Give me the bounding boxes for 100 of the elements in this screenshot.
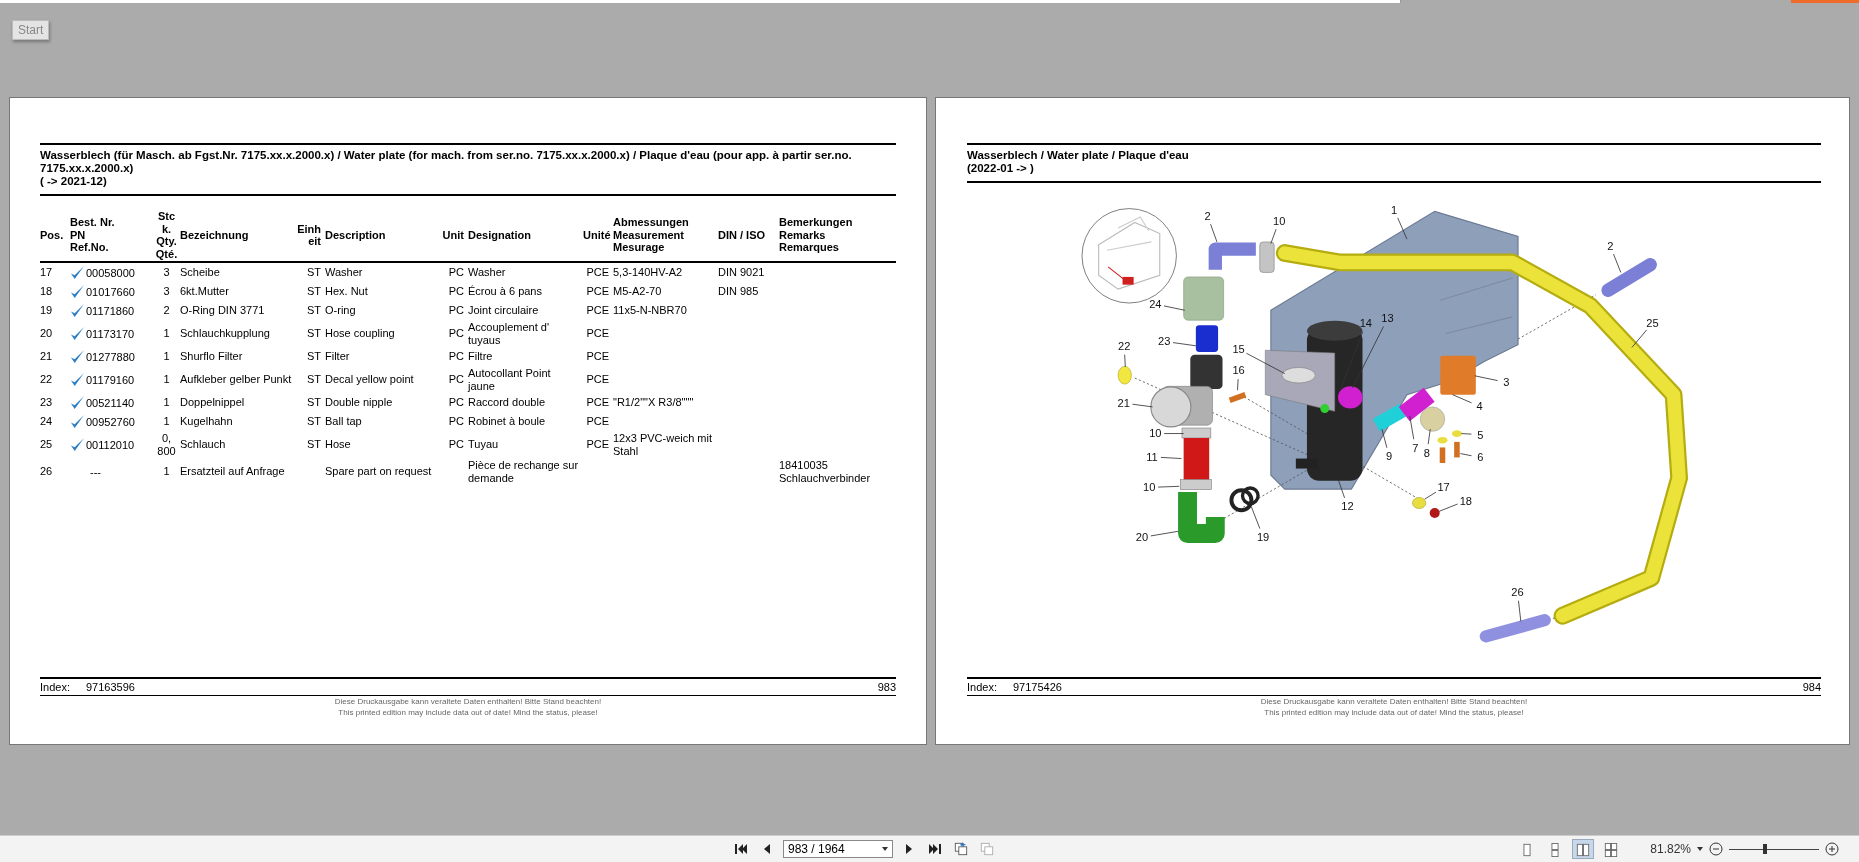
column-header: Designation [468, 228, 532, 242]
leader-line [1381, 428, 1388, 449]
view-mode-button[interactable] [1572, 839, 1595, 859]
index-number: 97175426 [1012, 681, 1062, 693]
unit-cell: PCE [586, 373, 609, 386]
leader-line [1246, 352, 1286, 374]
status-notice: Diese Druckausgabe kann veraltete Daten enthalten! Bitte Stand beachten! [1259, 696, 1529, 707]
description-cell: Double nipple [325, 396, 393, 409]
callout-number: 17 [1437, 481, 1450, 494]
description-cell: O-ring [325, 304, 356, 317]
designation-cell: Robinet à boule [468, 415, 546, 428]
german-name-cell: Ersatzteil auf Anfrage [180, 465, 285, 478]
callout-number: 13 [1381, 312, 1394, 325]
callout-number: 21 [1117, 396, 1130, 409]
column-header: Unité [583, 228, 612, 242]
column-header: Bezeichnung [180, 228, 250, 242]
unit-cell: PCE [586, 327, 609, 340]
page-title: Wasserblech / Water plate / Plaque d'eau [967, 149, 1190, 162]
description-cell: Hex. Nut [325, 285, 368, 298]
designation-cell: Écrou à 6 pans [468, 285, 542, 298]
position-cell: 25 [40, 438, 53, 451]
unit-cell: PCE [586, 396, 609, 409]
callout-number: 26 [1511, 585, 1524, 598]
leader-line [1631, 329, 1648, 348]
position-cell: 23 [40, 396, 53, 409]
callout-number: 3 [1503, 376, 1510, 389]
zoom-in-icon[interactable] [1825, 842, 1839, 856]
page-title: Wasserblech (für Masch. ab Fgst.Nr. 7175.xx.x.2000.x) / Water plate (for mach. from ser.no. 7175.xx.x.2000.x) / Plaque d'eau (pour app. à partir ser.no. 7175.xx.x.2000.x) [40, 149, 853, 175]
part-number-cell: 00521140 [86, 396, 135, 409]
quantity-cell: 3 [163, 285, 170, 298]
page-number: 984 [1802, 681, 1821, 693]
leader-line [1352, 326, 1384, 389]
page-number-field[interactable]: 983 / 1964 [783, 840, 893, 858]
status-notice: This printed edition may include data out of date! Mind the status, please! [337, 707, 599, 718]
description-cell: Ball tap [325, 415, 362, 428]
designation-cell: Washer [468, 266, 506, 279]
callout-number: 4 [1476, 400, 1483, 413]
zoom-out-icon[interactable] [1709, 842, 1723, 856]
status-notice: Diese Druckausgabe kann veraltete Daten enthalten! Bitte Stand beachten! [333, 696, 603, 707]
callout-number: 14 [1359, 317, 1372, 330]
unit-cell: PC [448, 396, 464, 409]
callout-number: 18 [1459, 494, 1472, 507]
leader-line [1150, 530, 1179, 537]
callout-number: 16 [1232, 364, 1245, 377]
description-cell: Filter [325, 350, 350, 363]
unit-cell: ST [306, 373, 321, 386]
unit-cell: PCE [586, 304, 609, 317]
unit-cell: PC [448, 285, 464, 298]
unit-cell: PC [448, 438, 464, 451]
leader-line [1424, 491, 1437, 500]
callout-number: 23 [1158, 335, 1171, 348]
index-label: Index: [40, 681, 70, 693]
description-cell: Washer [325, 266, 363, 279]
position-cell: 24 [40, 415, 53, 428]
unit-cell: ST [306, 285, 321, 298]
part-number-cell: 00952760 [86, 415, 135, 428]
measurement-cell: 11x5-N-NBR70 [613, 304, 687, 317]
page-layout-icon [1576, 842, 1591, 858]
leader-line [1459, 453, 1472, 457]
unit-cell: ST [306, 266, 321, 279]
callout-number: 2 [1607, 239, 1614, 252]
unit-cell: PCE [586, 350, 609, 363]
callout-number: 10 [1143, 481, 1156, 494]
column-header: Bemerkungen Remarks Remarques [779, 216, 854, 254]
description-cell: Hose coupling [325, 327, 395, 340]
unit-cell: PCE [586, 415, 609, 428]
callout-number: 7 [1412, 441, 1419, 454]
page-forward-icon [980, 842, 994, 856]
callout-number: 2 [1204, 209, 1211, 222]
unit-cell: ST [306, 350, 321, 363]
german-name-cell: Schlauchkupplung [180, 327, 270, 340]
designation-cell: Filtre [468, 350, 493, 363]
leader-line [1409, 415, 1415, 440]
page-number: 983 [877, 681, 896, 693]
unit-cell: ST [306, 304, 321, 317]
leader-line [1251, 506, 1261, 529]
leader-line [1339, 331, 1364, 391]
index-label: Index: [967, 681, 997, 693]
status-notice: This printed edition may include data out of date! Mind the status, please! [1263, 707, 1525, 718]
leader-line [1124, 354, 1126, 368]
part-number-cell: 01017660 [86, 285, 135, 298]
slider-thumb[interactable] [1763, 843, 1767, 854]
german-name-cell: Schlauch [180, 438, 226, 451]
callout-number: 12 [1341, 500, 1354, 513]
quantity-cell: 1 [163, 350, 170, 363]
zoom-percentage[interactable]: 81.82% [1650, 842, 1691, 856]
quantity-cell: 1 [163, 373, 170, 386]
leader-line [1210, 223, 1218, 243]
leader-line [1270, 228, 1277, 244]
callout-number: 9 [1386, 450, 1393, 463]
designation-cell: Autocollant Point jaune [468, 367, 551, 392]
description-cell: Spare part on request [325, 465, 432, 478]
column-header: Description [325, 228, 387, 242]
unit-cell: PC [448, 304, 464, 317]
unit-cell: PCE [586, 266, 609, 279]
german-name-cell: O-Ring DIN 3771 [180, 304, 265, 317]
quantity-cell: 1 [163, 327, 170, 340]
callout-number: 11 [1146, 450, 1158, 463]
dropdown-caret-icon[interactable] [1697, 847, 1703, 851]
quantity-cell: 1 [163, 415, 170, 428]
